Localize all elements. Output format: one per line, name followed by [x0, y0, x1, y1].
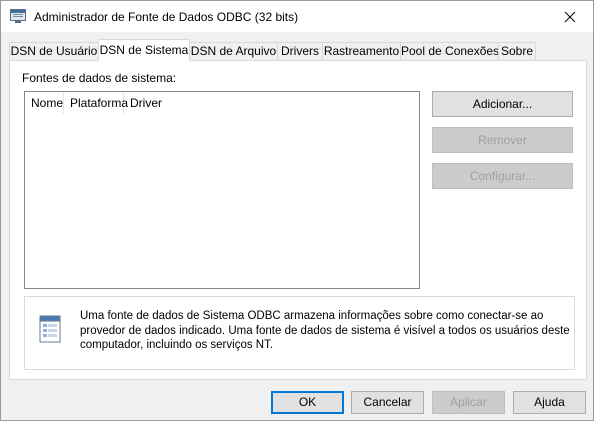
info-text: Uma fonte de dados de Sistema ODBC armaz… [80, 310, 570, 351]
info-box: Uma fonte de dados de Sistema ODBC armaz… [24, 296, 575, 370]
column-header-nome[interactable]: Nome [25, 92, 64, 114]
tab-sobre[interactable]: Sobre [498, 42, 536, 61]
section-label: Fontes de dados de sistema: [22, 71, 177, 85]
tab-rastreamento[interactable]: Rastreamento [322, 42, 401, 61]
window-title: Administrador de Fonte de Dados ODBC (32… [34, 10, 299, 24]
tab-dsn-sistema[interactable]: DSN de Sistema [98, 39, 190, 62]
column-header-plataforma[interactable]: Plataforma [64, 92, 128, 114]
odbc-app-icon [10, 9, 26, 23]
title-bar: Administrador de Fonte de Dados ODBC (32… [1, 1, 593, 32]
data-source-list[interactable]: Nome Plataforma Driver [24, 91, 420, 289]
ok-button[interactable]: OK [271, 391, 344, 414]
help-button[interactable]: Ajuda [513, 391, 586, 414]
odbc-dialog: Administrador de Fonte de Dados ODBC (32… [0, 0, 594, 421]
remove-button[interactable]: Remover [432, 127, 573, 153]
tab-dsn-usuario[interactable]: DSN de Usuário [9, 42, 99, 61]
apply-button[interactable]: Aplicar [432, 391, 505, 414]
tab-dsn-arquivo[interactable]: DSN de Arquivo [189, 42, 278, 61]
tab-panel-dsn-sistema: Fontes de dados de sistema: Nome Platafo… [9, 60, 587, 380]
close-button[interactable] [547, 1, 593, 32]
data-source-icon [34, 313, 66, 345]
tab-pool-conexoes[interactable]: Pool de Conexões [400, 42, 499, 61]
tab-strip: DSN de Usuário DSN de Sistema DSN de Arq… [9, 39, 589, 62]
cancel-button[interactable]: Cancelar [351, 391, 424, 414]
add-button[interactable]: Adicionar... [432, 91, 573, 117]
list-header: Nome Plataforma Driver [25, 92, 419, 114]
tab-drivers[interactable]: Drivers [277, 42, 323, 61]
configure-button[interactable]: Configurar... [432, 163, 573, 189]
column-header-driver[interactable]: Driver [124, 92, 419, 114]
close-icon [564, 11, 576, 22]
